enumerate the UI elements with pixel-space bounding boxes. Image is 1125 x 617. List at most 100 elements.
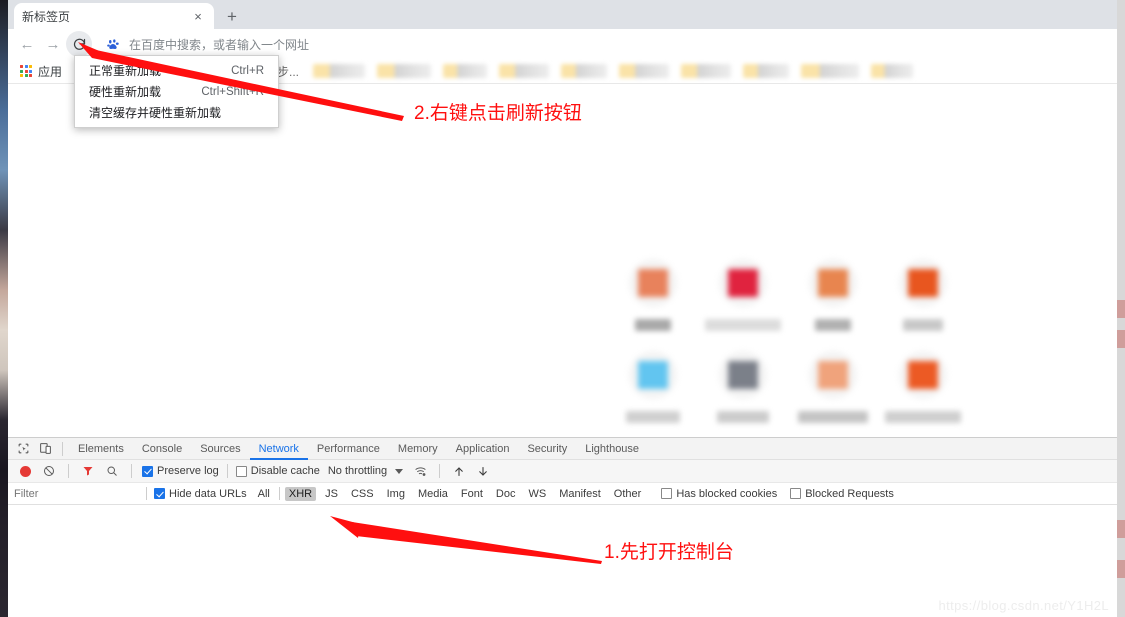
shortcut-tile[interactable]: [608, 351, 698, 437]
inspect-element-icon[interactable]: [12, 439, 34, 459]
filter-funnel-icon[interactable]: [77, 461, 99, 481]
toolbar-divider-2: [131, 464, 132, 478]
shortcut-tile-icon: [629, 351, 677, 399]
filter-type-other[interactable]: Other: [610, 487, 646, 501]
devtools-tab-elements[interactable]: Elements: [69, 438, 133, 460]
bookmark-item[interactable]: [619, 64, 670, 78]
shortcut-tile-label: [635, 319, 671, 331]
preserve-log-checkbox[interactable]: Preserve log: [142, 465, 219, 477]
shortcut-tiles-grid: [608, 259, 968, 437]
filter-type-doc[interactable]: Doc: [492, 487, 520, 501]
shortcut-tile[interactable]: [878, 259, 968, 351]
filter-input[interactable]: [14, 484, 139, 503]
shortcut-tile[interactable]: [698, 351, 788, 437]
device-toolbar-icon[interactable]: [34, 439, 56, 459]
bookmark-items-blurred-group[interactable]: [307, 64, 919, 78]
filter-type-font[interactable]: Font: [457, 487, 487, 501]
bookmark-item[interactable]: [871, 64, 914, 78]
record-button-icon[interactable]: [14, 461, 36, 481]
shortcut-tile[interactable]: [878, 351, 968, 437]
filter-type-all[interactable]: All: [254, 487, 274, 501]
bookmark-item[interactable]: [443, 64, 488, 78]
network-toolbar: Preserve log Disable cache No throttling: [8, 460, 1117, 483]
filterbar-divider-2: [278, 487, 280, 500]
desktop-wallpaper-strip-right: [1117, 0, 1125, 617]
search-icon[interactable]: [101, 461, 123, 481]
bookmark-item[interactable]: [313, 64, 366, 78]
shortcut-tile-icon: [899, 351, 947, 399]
new-tab-button[interactable]: +: [220, 5, 244, 29]
filter-type-css[interactable]: CSS: [347, 487, 378, 501]
shortcut-tile-label: [815, 319, 851, 331]
wifi-settings-icon[interactable]: [409, 461, 431, 481]
filterbar-divider-1: [146, 487, 147, 500]
bookmark-item[interactable]: [681, 64, 732, 78]
shortcut-tile-label: [885, 411, 961, 423]
export-har-icon[interactable]: [472, 461, 494, 481]
devtools-tab-security[interactable]: Security: [518, 438, 576, 460]
bookmark-item[interactable]: [377, 64, 432, 78]
throttling-dropdown[interactable]: No throttling: [328, 465, 404, 477]
devtools-tab-application[interactable]: Application: [447, 438, 519, 460]
filter-type-media[interactable]: Media: [414, 487, 452, 501]
bookmark-item[interactable]: [499, 64, 550, 78]
disable-cache-checkbox[interactable]: Disable cache: [235, 465, 320, 477]
shortcut-tile[interactable]: [698, 259, 788, 351]
has-blocked-cookies-checkbox[interactable]: Has blocked cookies: [661, 488, 777, 500]
shortcut-tile-icon: [809, 351, 857, 399]
shortcut-tile-label: [903, 319, 943, 331]
shortcut-tile-icon: [809, 259, 857, 307]
blocked-requests-box: [790, 488, 802, 499]
reload-context-menu: 正常重新加载 Ctrl+R 硬性重新加载 Ctrl+Shift+R 清空缓存并硬性重新加…: [74, 55, 279, 128]
filter-type-js[interactable]: JS: [321, 487, 342, 501]
filter-type-manifest[interactable]: Manifest: [555, 487, 605, 501]
disable-cache-box: [235, 465, 247, 477]
blocked-requests-checkbox[interactable]: Blocked Requests: [790, 488, 894, 500]
devtools-tab-console[interactable]: Console: [133, 438, 191, 460]
browser-tab[interactable]: 新标签页 ×: [14, 3, 214, 29]
shortcut-tile-label: [798, 411, 868, 423]
devtools-tab-lighthouse[interactable]: Lighthouse: [576, 438, 648, 460]
context-menu-item-shortcut: Ctrl+Shift+R: [201, 85, 264, 98]
context-menu-item-0[interactable]: 正常重新加载 Ctrl+R: [75, 60, 278, 81]
context-menu-item-label: 清空缓存并硬性重新加载: [89, 106, 222, 120]
annotation-step-1: 1.先打开控制台: [604, 542, 734, 563]
shortcut-tile-label: [705, 319, 781, 331]
annotation-step-2: 2.右键点击刷新按钮: [414, 103, 582, 124]
devtools-tab-network[interactable]: Network: [250, 438, 308, 460]
hide-data-urls-label: Hide data URLs: [169, 487, 247, 500]
address-bar-placeholder: 在百度中搜索，或者输入一个网址: [129, 37, 310, 52]
has-blocked-cookies-label: Has blocked cookies: [676, 487, 778, 500]
bookmark-apps-shortcut[interactable]: 应用: [14, 63, 70, 80]
toolbar-divider-1: [68, 464, 69, 478]
clear-icon[interactable]: [38, 461, 60, 481]
hide-data-urls-checkbox[interactable]: Hide data URLs: [154, 488, 247, 500]
devtools-tab-sources[interactable]: Sources: [191, 438, 249, 460]
address-bar[interactable]: 在百度中搜索，或者输入一个网址: [100, 32, 1111, 56]
bookmark-item[interactable]: [743, 64, 790, 78]
has-blocked-cookies-box: [661, 488, 673, 499]
close-icon[interactable]: ×: [190, 8, 206, 24]
shortcut-tile[interactable]: [788, 351, 878, 437]
shortcut-tile[interactable]: [608, 259, 698, 351]
devtools-tab-memory[interactable]: Memory: [389, 438, 447, 460]
filter-type-xhr[interactable]: XHR: [284, 486, 317, 501]
shortcut-tile[interactable]: [788, 259, 878, 351]
filter-type-ws[interactable]: WS: [524, 487, 550, 501]
devtools-tab-performance[interactable]: Performance: [308, 438, 389, 460]
bookmark-item[interactable]: [561, 64, 608, 78]
reload-icon[interactable]: [66, 31, 92, 57]
import-har-icon[interactable]: [448, 461, 470, 481]
filter-type-img[interactable]: Img: [383, 487, 409, 501]
preserve-log-label: Preserve log: [157, 465, 219, 477]
screenshot-root: 新标签页 × + ← → 在百度中搜索，或者输入一个网址 应用 搜步... El…: [0, 0, 1125, 617]
context-menu-item-2[interactable]: 清空缓存并硬性重新加载: [75, 102, 278, 123]
tab-strip: 新标签页 × +: [8, 0, 1117, 29]
forward-icon[interactable]: →: [40, 31, 66, 57]
bookmark-item[interactable]: [801, 64, 860, 78]
bookmark-apps-label: 应用: [38, 64, 63, 79]
shortcut-tile-icon: [719, 351, 767, 399]
back-icon[interactable]: ←: [14, 31, 40, 57]
shortcut-tile-label: [717, 411, 769, 423]
context-menu-item-1[interactable]: 硬性重新加载 Ctrl+Shift+R: [75, 81, 278, 102]
